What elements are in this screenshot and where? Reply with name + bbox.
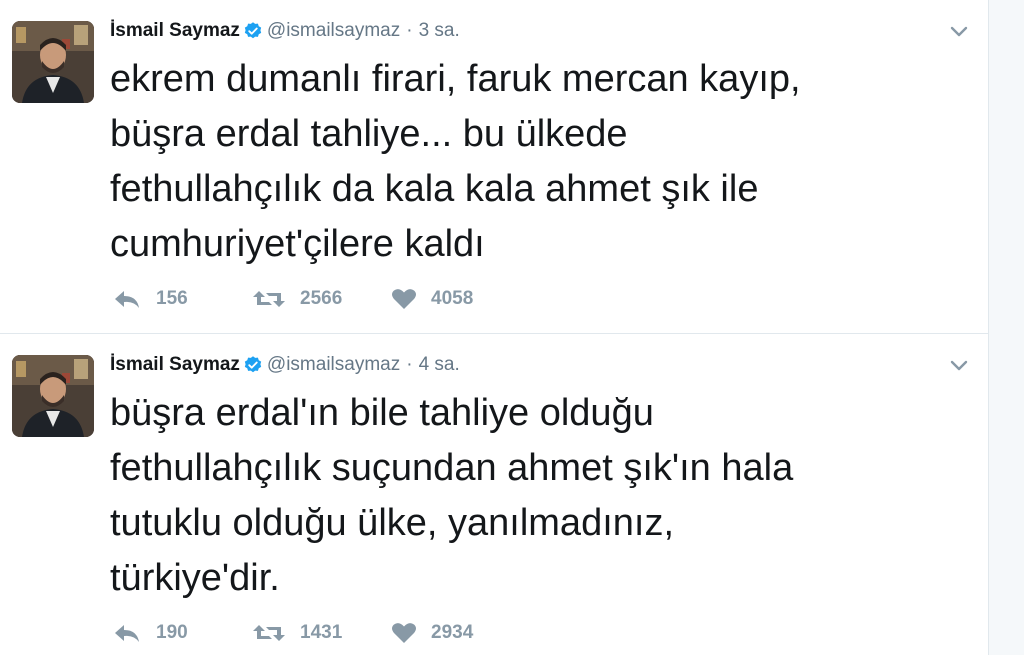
chevron-down-icon[interactable] [948,354,970,376]
tweet-header: İsmail Saymaz @ismailsaymaz · 4 sa. [110,352,460,378]
avatar[interactable] [12,21,94,103]
page: İsmail Saymaz @ismailsaymaz · 3 sa. ekre… [0,0,1024,655]
like-count: 4058 [431,288,474,309]
tweet-text: büşra erdal'ın bile tahliye olduğu fethu… [110,386,970,606]
tweet-actions: 190 1431 2934 [112,618,511,648]
separator-dot: · [406,20,413,41]
like-button[interactable]: 4058 [391,288,511,310]
reply-icon [115,291,139,308]
timeline: İsmail Saymaz @ismailsaymaz · 3 sa. ekre… [0,0,988,655]
tweet-text-line: ekrem dumanlı firari, faruk mercan kayıp… [110,58,801,100]
retweet-count: 1431 [300,622,343,643]
verified-badge-icon [244,356,262,373]
retweet-icon [253,625,285,641]
screen-name[interactable]: @ismailsaymaz [267,354,400,376]
display-name[interactable]: İsmail Saymaz [110,20,240,42]
tweet-actions: 156 2566 4058 [112,284,511,314]
tweet-text-line: büşra erdal'ın bile tahliye olduğu [110,392,654,434]
like-count: 2934 [431,622,474,643]
retweet-button[interactable]: 2566 [252,288,391,310]
right-gutter [988,0,1024,655]
separator-dot: · [406,354,413,375]
screen-name[interactable]: @ismailsaymaz [267,20,400,42]
tweet-text-line: cumhuriyet'çilere kaldı [110,223,485,265]
tweet[interactable]: İsmail Saymaz @ismailsaymaz · 4 sa. büşr… [0,334,988,655]
verified-badge-icon [244,22,262,39]
timestamp[interactable]: 3 sa. [419,20,460,42]
reply-count: 190 [156,622,188,643]
like-button[interactable]: 2934 [391,622,511,644]
avatar-image [12,21,94,103]
avatar[interactable] [12,355,94,437]
reply-icon [115,625,139,642]
tweet-text: ekrem dumanlı firari, faruk mercan kayıp… [110,52,970,272]
tweet-text-line: fethullahçılık da kala kala ahmet şık il… [110,168,759,210]
tweet-text-line: tutuklu olduğu ülke, yanılmadınız, [110,502,675,544]
heart-icon [392,623,416,643]
tweet-header: İsmail Saymaz @ismailsaymaz · 3 sa. [110,18,460,44]
retweet-icon [253,291,285,307]
retweet-count: 2566 [300,288,343,309]
display-name[interactable]: İsmail Saymaz [110,354,240,376]
reply-button[interactable]: 190 [112,622,252,644]
reply-button[interactable]: 156 [112,288,252,310]
timestamp[interactable]: 4 sa. [419,354,460,376]
chevron-down-icon[interactable] [948,20,970,42]
avatar-image [12,355,94,437]
tweet[interactable]: İsmail Saymaz @ismailsaymaz · 3 sa. ekre… [0,0,988,334]
heart-icon [392,289,416,309]
retweet-button[interactable]: 1431 [252,622,391,644]
reply-count: 156 [156,288,188,309]
tweet-text-line: fethullahçılık suçundan ahmet şık'ın hal… [110,447,794,489]
tweet-text-line: türkiye'dir. [110,557,280,599]
tweet-text-line: büşra erdal tahliye... bu ülkede [110,113,628,155]
